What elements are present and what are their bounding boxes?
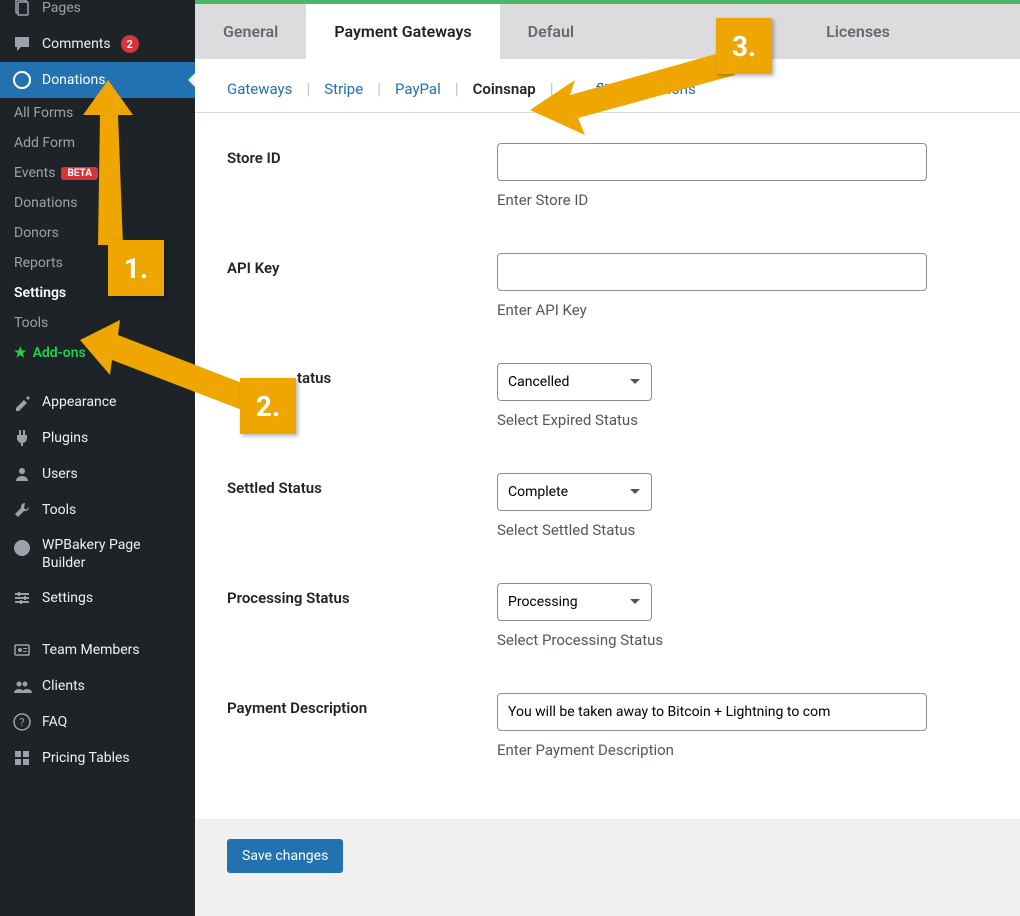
sidebar-item-tools[interactable]: Tools — [0, 492, 195, 528]
sidebar-item-comments[interactable]: Comments 2 — [0, 26, 195, 62]
payment-description-label: Payment Description — [227, 693, 497, 759]
sidebar-label: Clients — [42, 678, 85, 694]
tab-general[interactable]: General — [195, 4, 306, 59]
sidebar-item-users[interactable]: Users — [0, 456, 195, 492]
star-icon: ★ — [14, 345, 27, 361]
payment-description-input[interactable] — [497, 693, 927, 731]
appearance-icon — [12, 392, 32, 412]
sidebar-label: Plugins — [42, 430, 88, 446]
arrow-3 — [530, 40, 740, 140]
submenu-reports[interactable]: Reports — [0, 248, 195, 278]
team-icon — [12, 640, 32, 660]
arrow-1 — [78, 80, 158, 250]
sidebar-label: Comments — [42, 36, 111, 52]
sidebar-item-wpbakery[interactable]: WPBakery Page Builder — [0, 528, 195, 580]
submenu-settings[interactable]: Settings — [0, 278, 195, 308]
pricing-icon — [12, 748, 32, 768]
processing-status-hint: Select Processing Status — [497, 631, 988, 649]
settled-status-label: Settled Status — [227, 473, 497, 539]
processing-status-label: Processing Status — [227, 583, 497, 649]
sidebar-label: Pages — [42, 0, 81, 16]
sidebar-item-team-members[interactable]: Team Members — [0, 632, 195, 668]
sidebar-label: Team Members — [42, 642, 140, 658]
sidebar-label: Users — [42, 466, 78, 482]
settled-status-select[interactable]: Complete — [497, 473, 652, 511]
wpbakery-icon — [12, 538, 32, 558]
subtab-paypal[interactable]: PayPal — [395, 80, 441, 98]
store-id-input[interactable] — [497, 143, 927, 181]
callout-2: 2. — [240, 378, 296, 434]
tab-licenses[interactable]: Licenses — [798, 4, 918, 59]
tools-icon — [12, 500, 32, 520]
plugins-icon — [12, 428, 32, 448]
sidebar-item-clients[interactable]: Clients — [0, 668, 195, 704]
sidebar-label: FAQ — [42, 714, 67, 730]
api-key-input[interactable] — [497, 253, 927, 291]
expired-status-hint: Select Expired Status — [497, 411, 988, 429]
subtab-coinsnap[interactable]: Coinsnap — [473, 80, 536, 98]
settled-status-hint: Select Settled Status — [497, 521, 988, 539]
store-id-label: Store ID — [227, 143, 497, 209]
pages-icon — [12, 0, 32, 18]
expired-status-select[interactable]: Cancelled — [497, 363, 652, 401]
sidebar-label: Pricing Tables — [42, 750, 130, 766]
sidebar-item-pricing-tables[interactable]: Pricing Tables — [0, 740, 195, 776]
api-key-hint: Enter API Key — [497, 301, 988, 319]
payment-description-hint: Enter Payment Description — [497, 741, 988, 759]
sidebar-label: Tools — [42, 502, 76, 518]
subtab-gateways[interactable]: Gateways — [227, 80, 292, 98]
callout-3: 3. — [716, 18, 772, 74]
donations-icon — [12, 70, 32, 90]
sidebar-item-settings[interactable]: Settings — [0, 580, 195, 616]
tab-payment-gateways[interactable]: Payment Gateways — [306, 4, 499, 59]
sidebar-label: Settings — [42, 590, 93, 606]
save-changes-button[interactable]: Save changes — [227, 839, 343, 873]
settings-icon — [12, 588, 32, 608]
api-key-label: API Key — [227, 253, 497, 319]
comments-count-badge: 2 — [121, 35, 139, 53]
callout-1: 1. — [108, 240, 164, 296]
processing-status-select[interactable]: Processing — [497, 583, 652, 621]
users-icon — [12, 464, 32, 484]
store-id-hint: Enter Store ID — [497, 191, 988, 209]
subtab-stripe[interactable]: Stripe — [324, 80, 363, 98]
comments-icon — [12, 34, 32, 54]
clients-icon — [12, 676, 32, 696]
sidebar-item-faq[interactable]: ? FAQ — [0, 704, 195, 740]
svg-text:?: ? — [19, 716, 24, 729]
settings-form: Store ID Enter Store ID API Key Enter AP… — [195, 113, 1020, 819]
sidebar-item-pages[interactable]: Pages — [0, 0, 195, 26]
sidebar-label: WPBakery Page Builder — [42, 536, 183, 572]
faq-icon: ? — [12, 712, 32, 732]
